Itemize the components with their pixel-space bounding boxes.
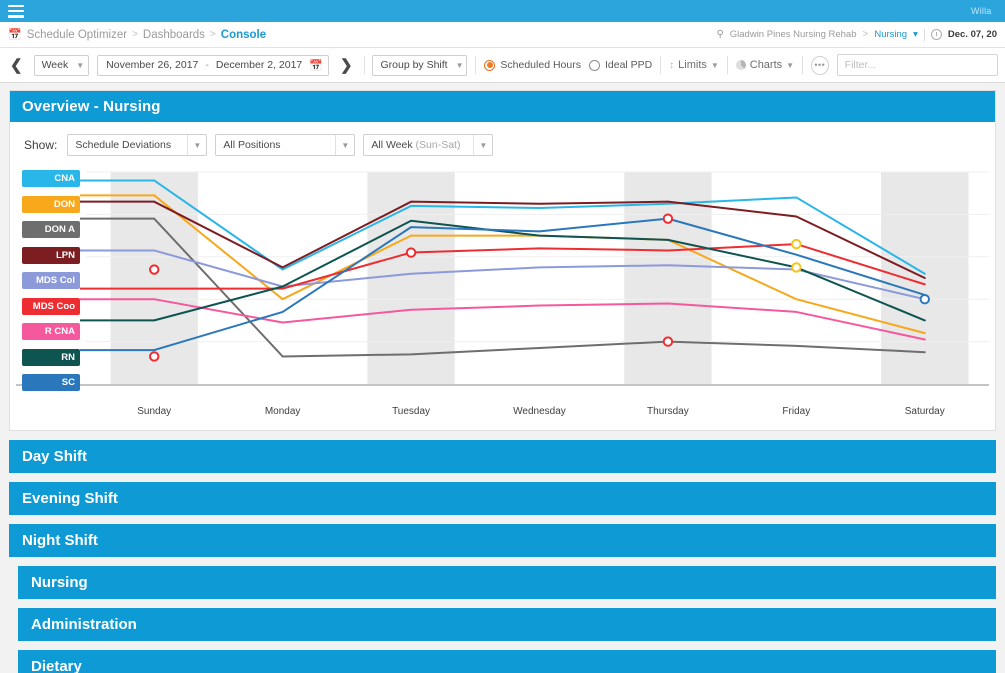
position-select[interactable]: All Positions ▼ (215, 134, 356, 156)
date-range-picker[interactable]: November 26, 2017 - December 2, 2017 📅 (97, 54, 329, 76)
chevron-down-icon: ▼ (455, 60, 464, 70)
legend-item-mds-col[interactable]: MDS Col (22, 272, 80, 289)
date-range-dash: - (205, 59, 209, 71)
breadcrumb-separator: > (209, 29, 216, 40)
date-range-end: December 2, 2017 (215, 59, 303, 71)
breadcrumb-item-schedule-optimizer[interactable]: Schedule Optimizer (27, 29, 127, 41)
x-axis-tick-saturday: Saturday (904, 406, 945, 417)
legend-item-don-a[interactable]: DON A (22, 221, 80, 238)
facility-separator: > (862, 29, 869, 40)
section-header-administration[interactable]: Administration (18, 608, 996, 641)
position-select-value: All Positions (223, 139, 281, 151)
x-axis-tick-friday: Friday (782, 406, 811, 417)
overview-card: Overview - Nursing Show: Schedule Deviat… (9, 90, 996, 431)
next-period-button[interactable]: ❯ (337, 58, 356, 73)
divider (726, 56, 728, 74)
divider (923, 28, 925, 41)
overview-card-title[interactable]: Overview - Nursing (10, 91, 995, 122)
chevron-down-icon: ▼ (76, 60, 85, 70)
period-select[interactable]: Week ▼ (33, 54, 90, 76)
week-range-select-value: All Week (Sun-Sat) (364, 139, 460, 151)
x-axis-tick-tuesday: Tuesday (392, 406, 431, 417)
toolbar: ❮ Week ▼ November 26, 2017 - December 2,… (0, 48, 1005, 83)
section-header-day-shift[interactable]: Day Shift (9, 440, 996, 473)
scheduled-hours-label: Scheduled Hours (500, 59, 581, 71)
breadcrumb-item-console[interactable]: Console (221, 29, 266, 41)
week-range-select[interactable]: All Week (Sun-Sat) ▼ (363, 134, 494, 156)
radio-icon (484, 59, 496, 71)
calendar-icon[interactable]: 📅 (309, 59, 323, 72)
x-axis-tick-sunday: Sunday (137, 406, 172, 417)
chevron-down-icon: ▼ (710, 60, 719, 70)
period-select-value: Week (41, 59, 69, 71)
chevron-down-icon[interactable]: ▾ (913, 29, 918, 40)
limits-label: Limits (678, 59, 707, 71)
ideal-ppd-radio[interactable]: Ideal PPD (588, 59, 653, 71)
charts-menu[interactable]: Charts ▼ (735, 59, 795, 71)
limits-menu[interactable]: ↕ Limits ▼ (669, 59, 719, 71)
chart-legend: CNA DON DON A LPN MDS Col MDS Coo R CNA RN SC (22, 170, 80, 400)
breadcrumb-separator: > (132, 29, 138, 40)
charts-label: Charts (749, 59, 783, 71)
legend-item-mds-coo[interactable]: MDS Coo (22, 297, 80, 315)
scheduled-hours-radio[interactable]: Scheduled Hours (484, 59, 581, 71)
user-name-label: Willa (971, 6, 992, 16)
ideal-ppd-label: Ideal PPD (604, 59, 653, 71)
previous-period-button[interactable]: ❮ (7, 58, 26, 73)
section-header-dietary[interactable]: Dietary (18, 650, 996, 673)
show-label: Show: (24, 138, 58, 152)
radio-icon (588, 59, 600, 71)
chevron-down-icon: ▼ (187, 135, 206, 155)
chart-x-axis: Sunday Monday Tuesday Wednesday Thursday Frid… (10, 398, 995, 430)
clock-icon (930, 29, 942, 40)
week-range-main: All Week (371, 139, 416, 151)
current-date: Dec. 07, 20 (947, 29, 997, 40)
legend-item-sc[interactable]: SC (22, 374, 80, 391)
chevron-down-icon: ▼ (473, 135, 492, 155)
breadcrumb-bar: 📅 Schedule Optimizer > Dashboards > Cons… (0, 22, 1005, 48)
x-axis-tick-monday: Monday (264, 406, 301, 417)
breadcrumb: 📅 Schedule Optimizer > Dashboards > Cons… (8, 28, 266, 42)
filter-input-wrapper (836, 54, 998, 76)
main-content: Overview - Nursing Show: Schedule Deviat… (0, 83, 1005, 673)
group-by-value: Group by Shift (380, 59, 448, 71)
facility-selector: ⚲ Gladwin Pines Nursing Rehab > Nursing … (716, 28, 997, 41)
metric-select-value: Schedule Deviations (75, 139, 172, 151)
limits-icon: ↕ (669, 59, 675, 71)
section-header-nursing[interactable]: Nursing (18, 566, 996, 599)
x-axis-tick-thursday: Thursday (647, 406, 689, 417)
group-by-select[interactable]: Group by Shift ▼ (372, 54, 468, 76)
pie-chart-icon (735, 60, 746, 70)
legend-item-rn[interactable]: RN (22, 348, 80, 366)
divider (802, 56, 803, 74)
hamburger-menu-icon[interactable] (8, 4, 24, 18)
app-bar: Willa (0, 0, 1005, 22)
chevron-down-icon: ▼ (335, 135, 354, 155)
section-header-night-shift[interactable]: Night Shift (9, 524, 996, 557)
section-header-evening-shift[interactable]: Evening Shift (9, 482, 996, 515)
facility-unit[interactable]: Nursing (874, 29, 907, 40)
legend-item-don[interactable]: DON (22, 195, 80, 213)
week-range-sub: (Sun-Sat) (415, 139, 461, 151)
date-range-start: November 26, 2017 (106, 59, 199, 71)
location-pin-icon: ⚲ (716, 29, 724, 40)
facility-name[interactable]: Gladwin Pines Nursing Rehab (730, 29, 857, 40)
section-list: Day Shift Evening Shift Night Shift Nursing… (9, 440, 996, 673)
legend-item-r-cna[interactable]: R CNA (22, 323, 80, 340)
metric-select[interactable]: Schedule Deviations ▼ (67, 134, 208, 156)
more-options-button[interactable]: ••• (811, 55, 829, 75)
legend-item-lpn[interactable]: LPN (22, 246, 80, 264)
calendar-icon: 📅 (8, 29, 22, 41)
divider (475, 56, 477, 74)
show-filter-row: Show: Schedule Deviations ▼ All Position… (10, 122, 995, 166)
breadcrumb-item-dashboards[interactable]: Dashboards (143, 29, 205, 41)
x-axis-tick-wednesday: Wednesday (513, 406, 566, 417)
overview-chart: CNA DON DON A LPN MDS Col MDS Coo R CNA RN SC (10, 166, 995, 398)
divider (660, 56, 662, 74)
line-chart-canvas (16, 171, 989, 386)
legend-item-cna[interactable]: CNA (22, 170, 80, 187)
divider (363, 56, 365, 74)
chevron-down-icon: ▼ (786, 60, 795, 70)
filter-input[interactable] (837, 55, 997, 75)
